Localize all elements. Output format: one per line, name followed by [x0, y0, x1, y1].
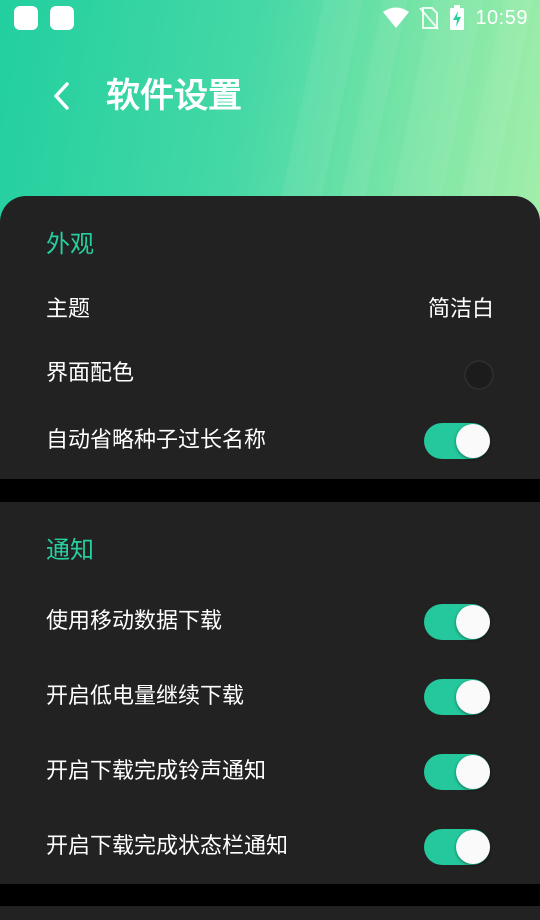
statusbar-notify-toggle[interactable] [424, 829, 490, 865]
ringtone-notify-label: 开启下载完成铃声通知 [46, 759, 267, 784]
page-title: 软件设置 [106, 76, 242, 116]
chevron-left-icon [54, 82, 69, 110]
clock-time: 10:59 [475, 6, 528, 29]
low-battery-download-label: 开启低电量继续下载 [46, 684, 245, 709]
ringtone-notify-row: 开启下载完成铃声通知 [0, 742, 540, 802]
color-swatch[interactable] [464, 360, 494, 390]
ellipsis-toggle[interactable] [424, 423, 490, 459]
low-battery-download-row: 开启低电量继续下载 [0, 667, 540, 727]
notifications-section: 通知 使用移动数据下载 开启低电量继续下载 开启下载完成铃声通知 开启下载完成状… [0, 502, 540, 884]
mobile-data-download-row: 使用移动数据下载 [0, 592, 540, 652]
ellipsis-label: 自动省略种子过长名称 [46, 428, 267, 453]
mobile-data-download-toggle[interactable] [424, 604, 490, 640]
toggle-knob [456, 830, 490, 864]
toggle-knob [456, 755, 490, 789]
ringtone-notify-toggle[interactable] [424, 754, 490, 790]
no-sim-icon [419, 7, 440, 30]
toolbar: 软件设置 [0, 60, 540, 132]
next-section [0, 906, 540, 920]
toggle-knob [456, 680, 490, 714]
app-notification-icon [50, 6, 74, 30]
low-battery-download-toggle[interactable] [424, 679, 490, 715]
app-notification-icon [14, 6, 38, 30]
wifi-icon [383, 7, 410, 28]
status-bar: 10:59 [0, 0, 540, 36]
theme-label: 主题 [46, 297, 91, 322]
toggle-knob [456, 605, 490, 639]
theme-value: 简洁白 [427, 297, 494, 322]
color-scheme-label: 界面配色 [46, 361, 135, 386]
color-scheme-row[interactable]: 界面配色 [0, 344, 540, 404]
back-button[interactable] [40, 74, 84, 118]
theme-setting-row[interactable]: 主题 简洁白 [0, 280, 540, 340]
mobile-data-download-label: 使用移动数据下载 [46, 609, 223, 634]
section-title-appearance: 外观 [46, 230, 94, 258]
section-title-notifications: 通知 [46, 536, 94, 564]
settings-screen: 10:59 软件设置 外观 主题 简洁白 界面配色 自动省略种子过长名称 通知 … [0, 0, 540, 920]
battery-charging-icon [450, 5, 465, 30]
statusbar-notify-label: 开启下载完成状态栏通知 [46, 834, 289, 859]
statusbar-notify-row: 开启下载完成状态栏通知 [0, 817, 540, 877]
appearance-section: 外观 主题 简洁白 界面配色 自动省略种子过长名称 [0, 196, 540, 479]
toggle-knob [456, 424, 490, 458]
ellipsis-setting-row: 自动省略种子过长名称 [0, 411, 540, 471]
